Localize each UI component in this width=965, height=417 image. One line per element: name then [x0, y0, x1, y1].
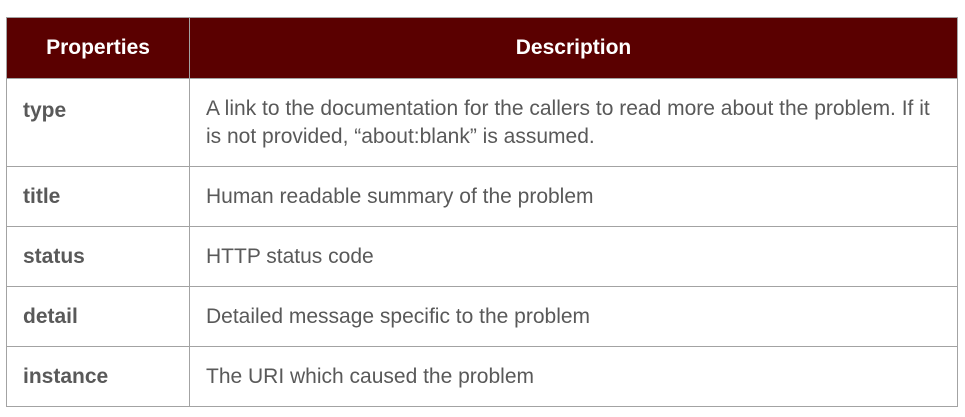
table-row: detail Detailed message specific to the … — [6, 286, 958, 347]
property-cell: title — [6, 166, 190, 227]
description-cell: Human readable summary of the problem — [189, 166, 958, 227]
table-header: Properties Description — [6, 17, 958, 79]
table-row: status HTTP status code — [6, 226, 958, 287]
description-cell: HTTP status code — [189, 226, 958, 287]
header-description: Description — [189, 17, 958, 79]
table-body: type A link to the documentation for the… — [6, 78, 958, 407]
property-cell: status — [6, 226, 190, 287]
description-cell: A link to the documentation for the call… — [189, 78, 958, 167]
properties-table: Properties Description type A link to th… — [6, 17, 958, 407]
table-row: title Human readable summary of the prob… — [6, 166, 958, 227]
description-cell: The URI which caused the problem — [189, 346, 958, 407]
table-row: instance The URI which caused the proble… — [6, 346, 958, 407]
table-row: type A link to the documentation for the… — [6, 78, 958, 167]
header-row: Properties Description — [6, 17, 958, 79]
header-properties: Properties — [6, 17, 190, 79]
property-cell: instance — [6, 346, 190, 407]
property-cell: detail — [6, 286, 190, 347]
property-cell: type — [6, 78, 190, 167]
description-cell: Detailed message specific to the problem — [189, 286, 958, 347]
